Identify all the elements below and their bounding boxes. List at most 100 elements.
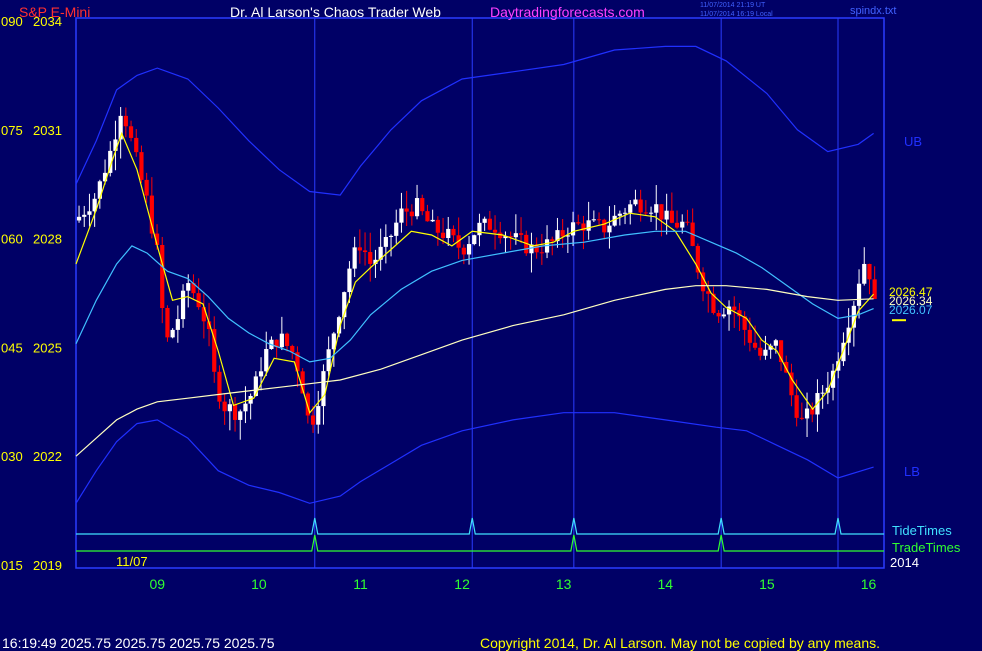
- down-bar: [752, 342, 758, 348]
- up-bar: [721, 314, 726, 317]
- up-bar: [186, 283, 191, 291]
- up-bar: [466, 244, 472, 255]
- up-bar: [664, 210, 669, 220]
- down-bar: [487, 218, 492, 230]
- up-bar: [347, 268, 352, 293]
- slow-ma-line: [75, 285, 874, 457]
- down-bar: [440, 232, 446, 239]
- down-bar: [123, 115, 128, 127]
- trade-times-label: TradeTimes: [892, 540, 961, 555]
- up-bar: [243, 403, 248, 412]
- up-bar: [856, 283, 862, 306]
- down-bar: [368, 252, 373, 264]
- mid-ma-line: [75, 230, 874, 363]
- tide-times-label: TideTimes: [892, 523, 952, 538]
- down-bar: [404, 208, 409, 212]
- up-bar: [258, 371, 264, 377]
- down-bar: [160, 244, 165, 308]
- site-link[interactable]: Daytradingforecasts.com: [490, 4, 645, 20]
- up-bar: [175, 319, 180, 330]
- up-bar: [352, 247, 357, 269]
- down-bar: [550, 239, 555, 242]
- up-bar: [279, 333, 284, 348]
- x-tick-label: 11: [353, 576, 368, 592]
- down-bar: [560, 230, 565, 237]
- down-bar: [576, 222, 581, 224]
- up-bar: [633, 199, 638, 205]
- down-bar: [602, 219, 607, 233]
- down-bar: [872, 279, 877, 299]
- up-bar: [227, 404, 232, 412]
- x-tick-label: 10: [251, 576, 267, 592]
- down-bar: [196, 293, 201, 308]
- down-bar: [420, 198, 425, 212]
- up-bar: [383, 237, 388, 247]
- up-bar: [773, 340, 778, 346]
- up-bar: [482, 218, 487, 223]
- up-bar: [113, 139, 118, 151]
- tide-times-line: [76, 517, 884, 535]
- down-bar: [134, 137, 139, 153]
- x-tick-label: 13: [556, 576, 572, 592]
- down-bar: [596, 219, 602, 221]
- down-bar: [747, 329, 752, 343]
- up-bar: [394, 222, 399, 236]
- down-bar: [409, 211, 414, 217]
- down-bar: [794, 395, 799, 418]
- down-bar: [461, 247, 466, 255]
- utc-stamp: 11/07/2014 21:19 UT: [700, 2, 766, 9]
- down-bar: [669, 210, 674, 223]
- y-tick-code: 075: [1, 123, 23, 138]
- copyright-notice: Copyright 2014, Dr. Al Larson. May not b…: [480, 635, 881, 651]
- plot-frame: [75, 17, 885, 569]
- up-bar: [430, 219, 435, 222]
- x-tick-label: 15: [759, 576, 775, 592]
- down-bar: [685, 221, 690, 223]
- up-bar: [321, 371, 326, 407]
- down-bar: [716, 312, 721, 317]
- down-bar: [425, 211, 430, 222]
- x-tick-label: 16: [861, 576, 877, 592]
- down-bar: [638, 199, 643, 213]
- up-bar: [477, 222, 482, 236]
- down-bar: [165, 307, 170, 338]
- down-bar: [222, 401, 227, 412]
- x-tick-label: 09: [149, 576, 165, 592]
- up-bar: [180, 290, 186, 320]
- down-bar: [217, 371, 222, 402]
- up-bar: [414, 198, 420, 217]
- y-tick-code: 045: [1, 340, 23, 355]
- up-bar: [654, 204, 659, 213]
- y-tick-price: 2019: [33, 558, 62, 573]
- upper-band-line: [75, 45, 874, 196]
- x-tick-label: 12: [454, 576, 470, 592]
- x-tick-label: 14: [657, 576, 673, 592]
- y-tick-price: 2025: [33, 340, 62, 355]
- upper-band-label: UB: [904, 134, 922, 149]
- up-bar: [570, 222, 576, 236]
- up-bar: [264, 349, 269, 372]
- up-bar: [763, 349, 768, 356]
- up-bar: [617, 213, 622, 216]
- up-bar: [238, 411, 243, 420]
- price-chart: 090 2034075 2031060 2028045 2025030 2022015 20…: [1, 14, 961, 592]
- y-tick-code: 030: [1, 449, 23, 464]
- up-bar: [399, 208, 404, 223]
- down-bar: [128, 126, 134, 138]
- down-bar: [659, 204, 664, 220]
- lower-band-label: LB: [904, 464, 920, 479]
- down-bar: [310, 415, 316, 425]
- date-label: 11/07: [116, 554, 148, 569]
- y-tick-price: 2028: [33, 232, 62, 247]
- down-bar: [144, 179, 149, 196]
- y-tick-code: 015: [1, 558, 23, 573]
- up-bar: [97, 181, 102, 199]
- symbol-label: S&P E-Mini: [19, 4, 91, 20]
- down-bar: [232, 404, 238, 420]
- down-bar: [435, 219, 440, 233]
- up-bar: [804, 408, 810, 419]
- down-bar: [674, 222, 680, 228]
- down-bar: [539, 252, 544, 254]
- down-bar: [357, 247, 362, 251]
- up-bar: [862, 263, 867, 284]
